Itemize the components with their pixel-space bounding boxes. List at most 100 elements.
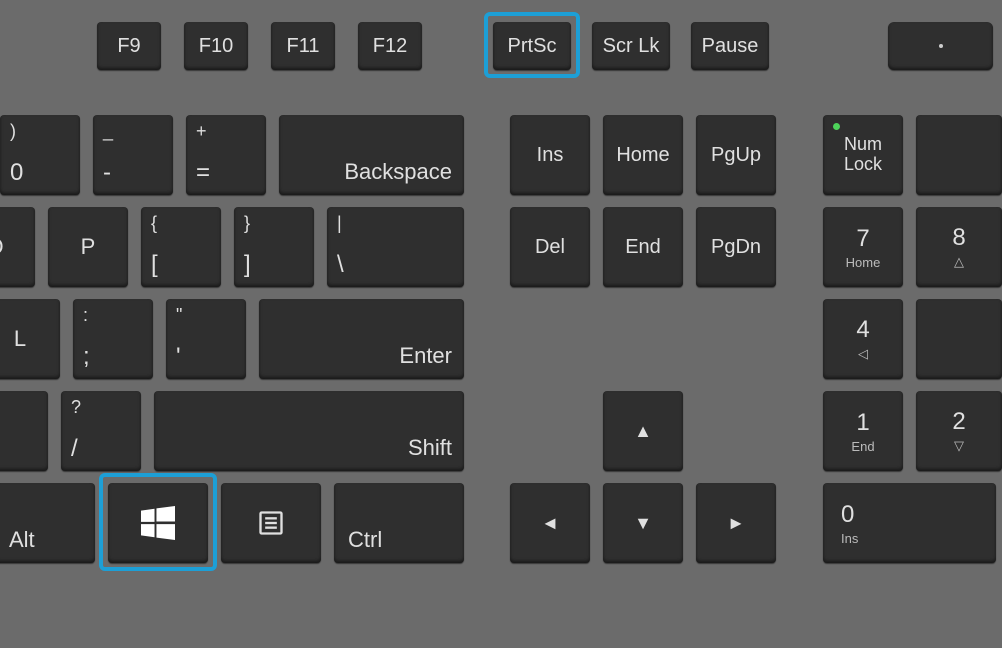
key-arrow-left[interactable]: ◄: [510, 483, 590, 563]
key-o[interactable]: O: [0, 207, 35, 287]
key-label: Pause: [702, 35, 759, 58]
key-lbracket[interactable]: {[: [141, 207, 221, 287]
key-power[interactable]: [888, 22, 993, 70]
key-label-line2: Lock: [844, 155, 882, 175]
key-sublabel: △: [954, 254, 964, 270]
key-quote[interactable]: "': [166, 299, 246, 379]
key-upper: :: [83, 305, 88, 326]
key-numpad-divide[interactable]: [916, 115, 1002, 195]
key-upper: _: [103, 121, 113, 142]
key-label: 1: [856, 409, 869, 437]
key-upper: {: [151, 213, 157, 234]
key-numpad-2[interactable]: 2▽: [916, 391, 1002, 471]
key-label: F9: [117, 35, 140, 58]
key-period[interactable]: >.: [0, 391, 48, 471]
key-label: Ins: [537, 144, 564, 167]
key-label: Alt: [9, 527, 35, 553]
key-label: O: [0, 234, 4, 260]
key-f10[interactable]: F10: [184, 22, 248, 70]
key-upper: }: [244, 213, 250, 234]
key-p[interactable]: P: [48, 207, 128, 287]
key-arrow-right[interactable]: ►: [696, 483, 776, 563]
key-upper: +: [196, 121, 207, 142]
key-label: Backspace: [344, 159, 452, 185]
key-lower: =: [196, 159, 210, 187]
key-rbracket[interactable]: }]: [234, 207, 314, 287]
key-label-line1: Num: [844, 135, 882, 155]
key-pause[interactable]: Pause: [691, 22, 769, 70]
key-numpad-7[interactable]: 7Home: [823, 207, 903, 287]
key-del[interactable]: Del: [510, 207, 590, 287]
up-arrow-icon: ▲: [634, 421, 652, 442]
key-shift[interactable]: Shift: [154, 391, 464, 471]
key-backslash[interactable]: |\: [327, 207, 464, 287]
key-label: End: [625, 236, 661, 259]
key-end[interactable]: End: [603, 207, 683, 287]
key-lower: ]: [244, 251, 251, 279]
key-lower: /: [71, 435, 78, 463]
key-l[interactable]: L: [0, 299, 60, 379]
right-arrow-icon: ►: [727, 513, 745, 534]
key-f11[interactable]: F11: [271, 22, 335, 70]
key-sublabel: Ins: [841, 531, 858, 546]
key-label: 8: [952, 224, 965, 252]
key-lower: \: [337, 251, 344, 279]
key-backspace[interactable]: Backspace: [279, 115, 464, 195]
key-numpad-8[interactable]: 8△: [916, 207, 1002, 287]
key-arrow-down[interactable]: ▼: [603, 483, 683, 563]
key-label: Del: [535, 236, 565, 259]
windows-icon: [141, 506, 175, 540]
key-numpad-5[interactable]: [916, 299, 1002, 379]
key-slash[interactable]: ?/: [61, 391, 141, 471]
key-prtsc[interactable]: PrtSc: [493, 22, 571, 70]
key-lower: [: [151, 251, 158, 279]
key-numpad-0[interactable]: 0Ins: [823, 483, 996, 563]
key-sublabel: ▽: [954, 438, 964, 454]
key-menu[interactable]: [221, 483, 321, 563]
led-indicator-icon: [833, 123, 840, 130]
key-semicolon[interactable]: :;: [73, 299, 153, 379]
key-label: PrtSc: [508, 35, 557, 58]
key-minus[interactable]: _-: [93, 115, 173, 195]
key-arrow-up[interactable]: ▲: [603, 391, 683, 471]
key-f9[interactable]: F9: [97, 22, 161, 70]
key-ctrl[interactable]: Ctrl: [334, 483, 464, 563]
key-label: F11: [287, 35, 320, 58]
key-lower: ': [176, 343, 181, 371]
key-home[interactable]: Home: [603, 115, 683, 195]
dot-icon: [939, 44, 943, 48]
key-numpad-1[interactable]: 1End: [823, 391, 903, 471]
left-arrow-icon: ◄: [541, 513, 559, 534]
key-lower: 0: [10, 159, 23, 187]
key-windows[interactable]: [108, 483, 208, 563]
key-upper: ": [176, 305, 182, 326]
key-sublabel: ◁: [858, 346, 868, 362]
key-numlock[interactable]: Num Lock: [823, 115, 903, 195]
key-upper: |: [337, 213, 342, 234]
key-label: Enter: [399, 343, 452, 369]
key-label: F10: [199, 35, 233, 58]
key-upper: ?: [71, 397, 81, 418]
key-enter[interactable]: Enter: [259, 299, 464, 379]
key-label: Scr Lk: [603, 35, 660, 58]
key-lower: -: [103, 159, 111, 187]
key-label: 7: [856, 225, 869, 253]
menu-icon: [257, 509, 285, 537]
key-label: Shift: [408, 435, 452, 461]
key-ins[interactable]: Ins: [510, 115, 590, 195]
key-alt[interactable]: Alt: [0, 483, 95, 563]
key-scrlk[interactable]: Scr Lk: [592, 22, 670, 70]
key-0[interactable]: )0: [0, 115, 80, 195]
key-label: Home: [616, 144, 669, 167]
key-label: PgDn: [711, 236, 761, 259]
key-pgup[interactable]: PgUp: [696, 115, 776, 195]
key-label: Ctrl: [348, 527, 382, 553]
key-label: L: [14, 326, 26, 352]
key-label: P: [81, 234, 96, 260]
key-numpad-4[interactable]: 4◁: [823, 299, 903, 379]
key-label: PgUp: [711, 144, 761, 167]
key-f12[interactable]: F12: [358, 22, 422, 70]
key-lower: ;: [83, 343, 90, 371]
key-equals[interactable]: +=: [186, 115, 266, 195]
key-pgdn[interactable]: PgDn: [696, 207, 776, 287]
